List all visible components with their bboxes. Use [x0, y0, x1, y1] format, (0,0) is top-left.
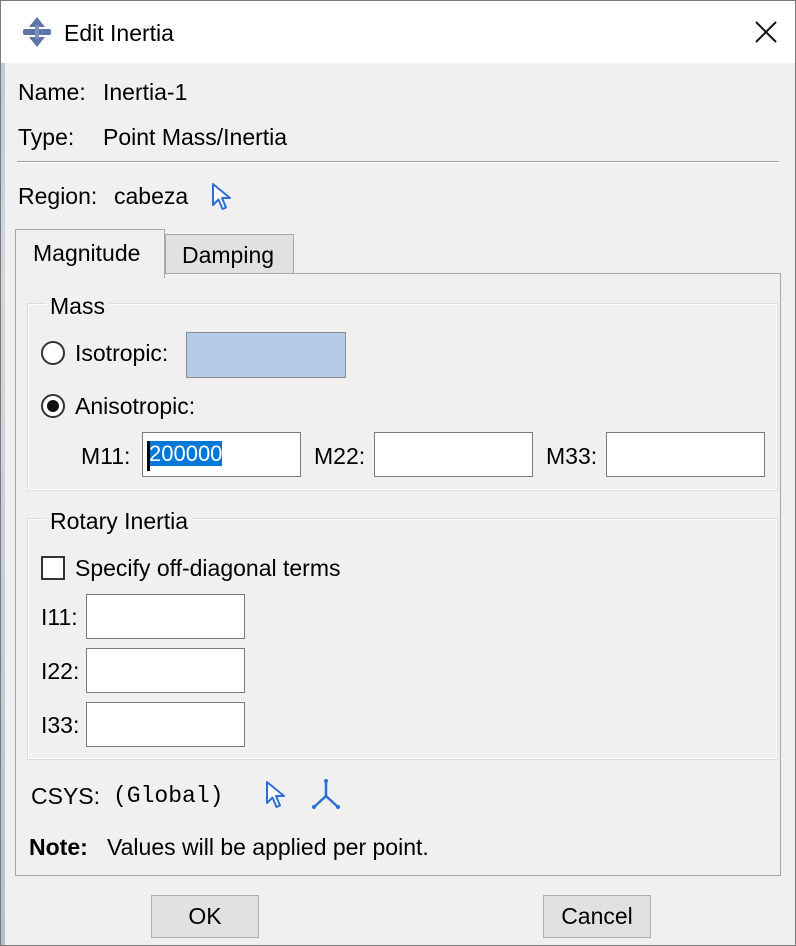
isotropic-label: Isotropic:: [75, 340, 169, 366]
specify-off-diagonal-label: Specify off-diagonal terms: [75, 555, 341, 581]
region-value: cabeza: [114, 183, 189, 209]
close-button[interactable]: [741, 7, 791, 57]
anisotropic-label: Anisotropic:: [75, 393, 196, 419]
tab-magnitude[interactable]: Magnitude: [15, 229, 165, 278]
type-label: Type:: [18, 124, 75, 150]
m33-field[interactable]: [606, 432, 765, 477]
i22-label: I22:: [41, 658, 80, 684]
axes-triad-icon[interactable]: [310, 778, 342, 810]
tab-damping-label: Damping: [182, 242, 275, 268]
edit-inertia-dialog: Edit Inertia Name: Inertia-1 Type: Point…: [0, 0, 796, 946]
region-select-arrow-icon[interactable]: [210, 182, 234, 212]
separator: [17, 161, 779, 163]
m22-field[interactable]: [374, 432, 533, 477]
text-cursor: [147, 441, 150, 471]
abaqus-dialog-icon: [23, 17, 51, 47]
type-value: Point Mass/Inertia: [103, 124, 288, 150]
m22-label: M22:: [314, 443, 366, 469]
window-title: Edit Inertia: [64, 20, 174, 46]
m11-field[interactable]: 200000: [142, 432, 301, 477]
m11-label: M11:: [81, 443, 131, 469]
isotropic-mass-field[interactable]: [186, 332, 346, 378]
mass-group-title: Mass: [46, 292, 109, 320]
i11-field[interactable]: [86, 594, 245, 639]
cancel-button[interactable]: Cancel: [543, 895, 651, 938]
name-value: Inertia-1: [103, 79, 188, 105]
i11-label: I11:: [41, 604, 78, 630]
note-label: Note:: [29, 834, 88, 860]
anisotropic-radio[interactable]: [41, 394, 65, 418]
csys-value: (Global): [113, 783, 224, 809]
specify-off-diagonal-checkbox[interactable]: [41, 556, 65, 580]
csys-select-arrow-icon[interactable]: [264, 780, 288, 810]
m11-selected-text: 200000: [149, 441, 223, 466]
rotary-inertia-group-title: Rotary Inertia: [46, 507, 193, 535]
csys-label: CSYS:: [31, 783, 101, 809]
background-window-edge: [1, 1, 5, 945]
name-label: Name:: [18, 79, 86, 105]
m33-label: M33:: [546, 443, 598, 469]
tab-magnitude-label: Magnitude: [33, 240, 141, 266]
note-text: Values will be applied per point.: [107, 834, 429, 860]
i33-label: I33:: [41, 712, 80, 738]
i22-field[interactable]: [86, 648, 245, 693]
isotropic-radio[interactable]: [41, 341, 65, 365]
region-label: Region:: [18, 183, 98, 209]
magnitude-panel: Mass Isotropic: Anisotropic: M11: 200000…: [15, 273, 781, 876]
tab-damping[interactable]: Damping: [165, 234, 294, 274]
title-bar[interactable]: Edit Inertia: [1, 1, 795, 63]
radio-selected-dot: [47, 400, 59, 412]
ok-button[interactable]: OK: [151, 895, 259, 938]
close-icon: [755, 21, 777, 43]
i33-field[interactable]: [86, 702, 245, 747]
